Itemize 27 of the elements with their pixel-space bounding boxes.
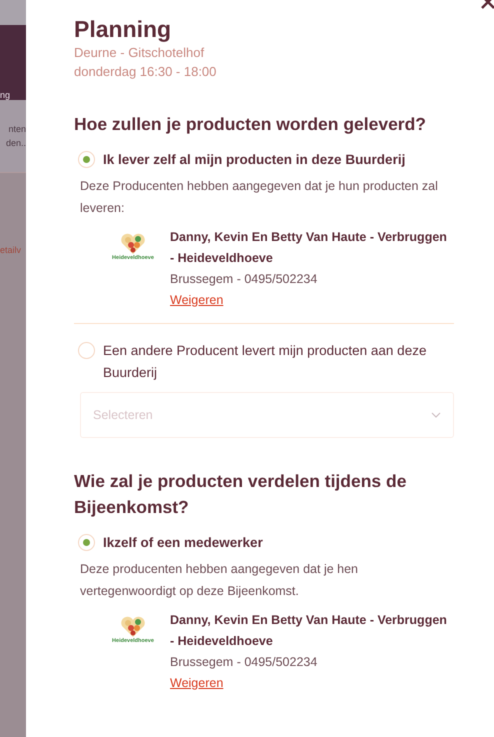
- radio-button[interactable]: [78, 151, 95, 168]
- option-description: Deze Producenten hebben aangegeven dat je hun producten zal leveren:: [80, 178, 439, 217]
- option-label: Ikzelf of een medewerker: [103, 534, 263, 552]
- option-description: Deze producenten hebben aangegeven dat je hen vertegenwoordigt op deze Bijeenkomst.: [80, 561, 360, 600]
- radio-button[interactable]: [78, 534, 95, 551]
- producer-contact: Brussegem - 0495/502234: [170, 654, 318, 671]
- heart-logo-icon: [120, 616, 146, 638]
- chevron-down-icon: [431, 412, 441, 418]
- producer-contact: Brussegem - 0495/502234: [170, 271, 318, 288]
- section-heading: Hoe zullen je producten worden geleverd?: [74, 113, 427, 136]
- time-text: donderdag 16:30 - 18:00: [74, 63, 218, 81]
- heart-logo-icon: [120, 233, 146, 255]
- top-bar-background: [0, 0, 26, 25]
- option-label: Ik lever zelf al mijn producten in deze Buurderij: [103, 151, 406, 169]
- radio-button[interactable]: [78, 342, 95, 359]
- section-heading: Wie zal je producten verdelen tijdens de Bijeenkomst?: [74, 470, 408, 519]
- background-text: ng: [0, 90, 10, 100]
- background-text: nten: [8, 124, 26, 134]
- producer-name: Danny, Kevin En Betty Van Haute - Verbruggen - Heideveldhoeve: [170, 612, 448, 650]
- background-text: den..: [6, 138, 26, 148]
- producer-name: Danny, Kevin En Betty Van Haute - Verbruggen - Heideveldhoeve: [170, 229, 448, 267]
- background-text: etailv: [0, 245, 22, 255]
- panel-title: Planning: [74, 16, 172, 43]
- option-label: Een andere Producent levert mijn producten aan deze Buurderij: [103, 342, 428, 382]
- location-text: Deurne - Gitschotelhof: [74, 44, 206, 62]
- refuse-link[interactable]: Weigeren: [170, 290, 224, 311]
- refuse-link[interactable]: Weigeren: [170, 673, 224, 694]
